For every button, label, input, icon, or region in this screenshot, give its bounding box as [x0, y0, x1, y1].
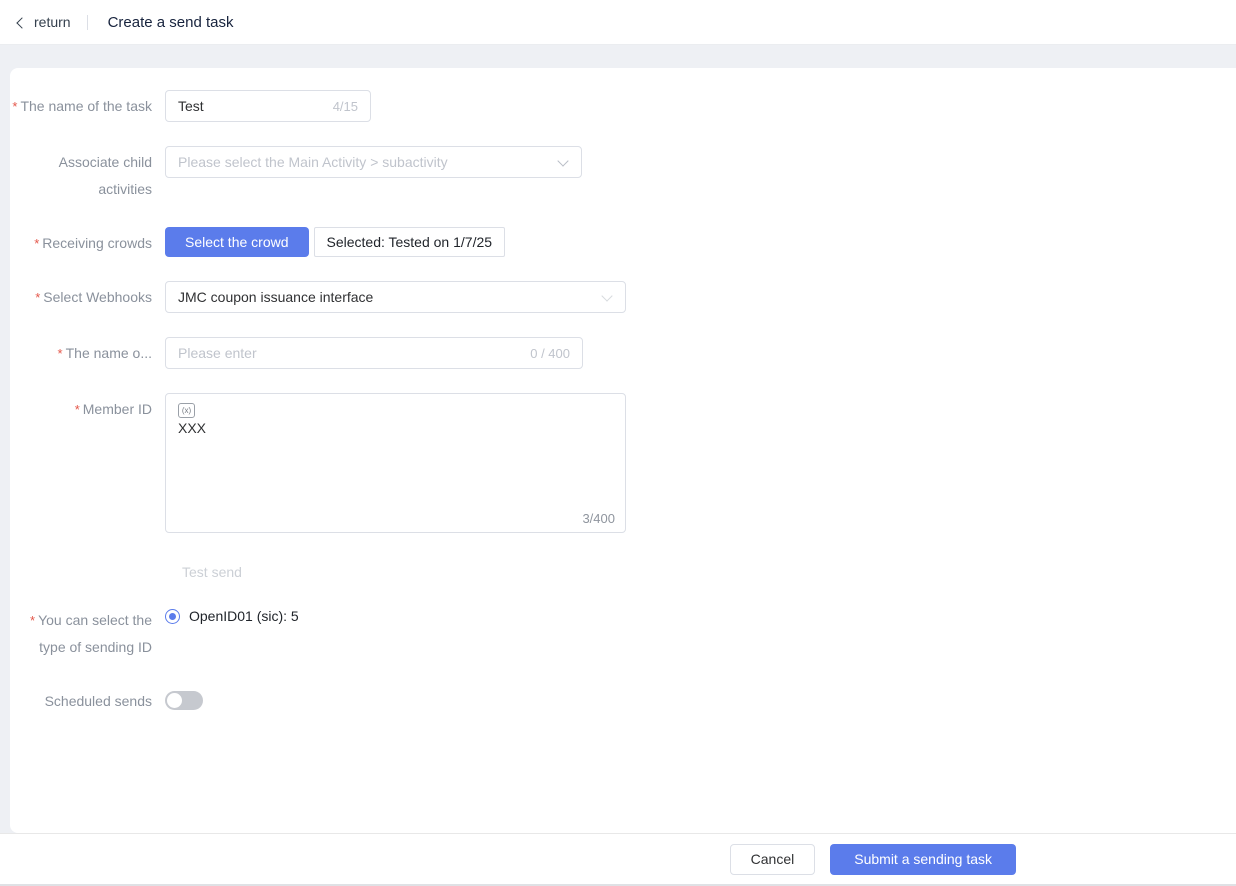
row-webhooks: * Select Webhooks JMC coupon issuance int…: [10, 281, 1236, 313]
test-send-button[interactable]: Test send: [182, 557, 242, 580]
sending-id-label: * You can select the type of sending ID: [30, 612, 152, 655]
row-task-name: *The name of the task 4/15: [10, 90, 1236, 122]
member-id-textarea[interactable]: (x) XXX 3/400: [165, 393, 626, 533]
required-mark: *: [35, 290, 41, 305]
scheduled-sends-label: Scheduled sends: [44, 693, 152, 709]
openid-radio-option[interactable]: OpenID01 (sic): 5: [165, 604, 299, 624]
webhooks-select[interactable]: JMC coupon issuance interface: [165, 281, 626, 313]
row-child-activities: Associate child activities Please select…: [10, 146, 1236, 203]
required-mark: *: [12, 99, 18, 114]
empty-label: [10, 557, 165, 560]
row-receiving-crowds: * Receiving crowds Select the crowd Selec…: [10, 227, 1236, 257]
scheduled-sends-toggle[interactable]: [165, 691, 203, 710]
child-activities-label: Associate child activities: [58, 154, 152, 197]
chevron-left-icon: [16, 16, 28, 29]
task-name-input-field[interactable]: [178, 98, 325, 114]
openid-radio-label: OpenID01 (sic): 5: [189, 608, 299, 624]
row-sending-id: * You can select the type of sending ID O…: [10, 604, 1236, 661]
task-name-counter: 4/15: [332, 98, 358, 114]
child-activities-placeholder: Please select the Main Activity > subact…: [178, 154, 448, 170]
page-title: Create a send task: [107, 13, 234, 31]
row-scheduled-sends: Scheduled sends: [10, 685, 1236, 715]
chevron-down-icon: [557, 154, 569, 167]
required-mark: *: [30, 613, 36, 628]
required-mark: *: [74, 402, 80, 417]
radio-dot: [169, 612, 176, 620]
child-activities-select[interactable]: Please select the Main Activity > subact…: [165, 146, 582, 178]
cancel-button[interactable]: Cancel: [729, 843, 816, 875]
message-name-counter: 0 / 400: [530, 345, 570, 361]
member-id-value: XXX: [178, 420, 207, 436]
required-mark: *: [57, 346, 63, 361]
member-id-counter: 3/400: [582, 511, 615, 526]
submit-button[interactable]: Submit a sending task: [830, 843, 1016, 875]
page-header: return Create a send task: [0, 0, 1236, 45]
message-name-label: * The name o...: [57, 345, 152, 361]
member-id-label: * Member ID: [74, 401, 152, 417]
toggle-knob: [167, 693, 182, 708]
required-mark: *: [34, 236, 40, 251]
webhooks-value: JMC coupon issuance interface: [178, 289, 374, 305]
webhooks-label: * Select Webhooks: [35, 289, 152, 305]
row-test-send: Test send: [10, 557, 1236, 580]
message-name-input-field[interactable]: [178, 345, 523, 361]
back-label: return: [34, 14, 71, 30]
radio-selected-icon[interactable]: [165, 608, 180, 624]
task-name-input[interactable]: 4/15: [165, 90, 371, 122]
chevron-down-icon: [601, 289, 613, 302]
task-name-label: * The name of the task: [12, 98, 152, 114]
receiving-crowds-label: * Receiving crowds: [34, 235, 152, 251]
message-name-input[interactable]: 0 / 400: [165, 337, 583, 369]
footer-bar: Cancel Submit a sending task: [0, 833, 1236, 886]
row-member-id: * Member ID (x) XXX 3/400: [10, 393, 1236, 533]
selected-crowd-box: Selected: Tested on 1/7/25: [313, 227, 506, 257]
row-message-name: *The name o... 0 / 400: [10, 337, 1236, 369]
form-card: *The name of the task 4/15 Associate chi…: [10, 68, 1236, 833]
insert-variable-icon[interactable]: (x): [178, 403, 195, 418]
select-crowd-button[interactable]: Select the crowd: [165, 227, 309, 257]
header-divider: [86, 14, 88, 30]
back-button[interactable]: return: [16, 14, 71, 30]
